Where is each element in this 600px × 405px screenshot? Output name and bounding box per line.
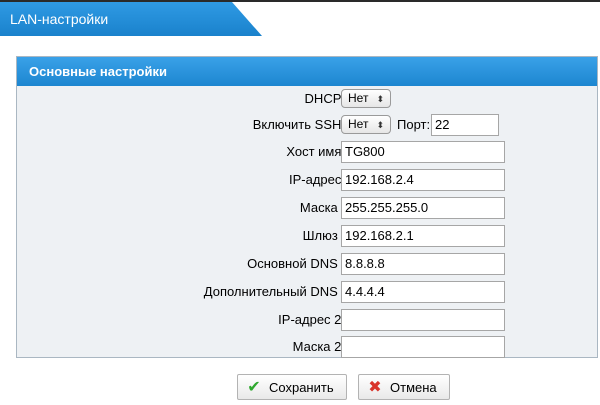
basic-settings-panel: Основные настройки DHCP: Нет ⬍ Включить S… (16, 56, 598, 358)
window-top-border (0, 0, 600, 2)
ip-label: IP-адрес: (289, 172, 345, 187)
ip-row: IP-адрес: 192.168.2.4 (17, 169, 597, 191)
ip-input[interactable]: 192.168.2.4 (341, 169, 505, 191)
page-title: LAN-настройки (10, 11, 109, 27)
mask-row: Маска : 255.255.255.0 (17, 197, 597, 219)
dns2-input[interactable]: 4.4.4.4 (341, 281, 505, 303)
dns2-label: Дополнительный DNS : (203, 284, 345, 299)
mask2-input[interactable] (341, 336, 505, 358)
ssh-select-value: Нет (348, 117, 369, 131)
mask-input[interactable]: 255.255.255.0 (341, 197, 505, 219)
save-button-label: Сохранить (269, 379, 334, 395)
port-input[interactable]: 22 (431, 114, 499, 136)
checkmark-icon: ✔ (247, 379, 261, 396)
hostname-label: Хост имя: (286, 144, 345, 159)
dns2-row: Дополнительный DNS : 4.4.4.4 (17, 281, 597, 303)
ip2-label: IP-адрес 2: (278, 312, 345, 327)
save-button[interactable]: ✔ Сохранить (237, 374, 347, 400)
ssh-row: Включить SSH: Нет ⬍ Порт: 22 (17, 114, 597, 136)
ip2-row: IP-адрес 2: (17, 309, 597, 331)
hostname-row: Хост имя: TG800 (17, 141, 597, 163)
mask2-label: Маска 2: (292, 339, 345, 354)
dhcp-label: DHCP: (304, 91, 345, 106)
gateway-row: Шлюз : 192.168.2.1 (17, 225, 597, 247)
cancel-button-label: Отмена (390, 379, 437, 395)
dns1-row: Основной DNS : 8.8.8.8 (17, 253, 597, 275)
ssh-label: Включить SSH: (252, 117, 345, 132)
dns1-label: Основной DNS : (247, 256, 345, 271)
gateway-label: Шлюз : (302, 228, 345, 243)
updown-arrows-icon: ⬍ (376, 94, 384, 104)
page-header: LAN-настройки (0, 2, 262, 36)
mask2-row: Маска 2: (17, 336, 597, 358)
cancel-button[interactable]: ✖ Отмена (358, 374, 450, 400)
gateway-input[interactable]: 192.168.2.1 (341, 225, 505, 247)
panel-title: Основные настройки (17, 57, 597, 86)
port-label: Порт: (397, 117, 431, 132)
ssh-select[interactable]: Нет ⬍ (341, 115, 391, 134)
cross-icon: ✖ (368, 379, 382, 396)
mask-label: Маска : (299, 200, 345, 215)
dhcp-select[interactable]: Нет ⬍ (341, 89, 391, 108)
dhcp-row: DHCP: Нет ⬍ (17, 88, 597, 110)
dhcp-select-value: Нет (348, 91, 369, 105)
hostname-input[interactable]: TG800 (341, 141, 505, 163)
dns1-input[interactable]: 8.8.8.8 (341, 253, 505, 275)
updown-arrows-icon: ⬍ (376, 120, 384, 130)
ip2-input[interactable] (341, 309, 505, 331)
